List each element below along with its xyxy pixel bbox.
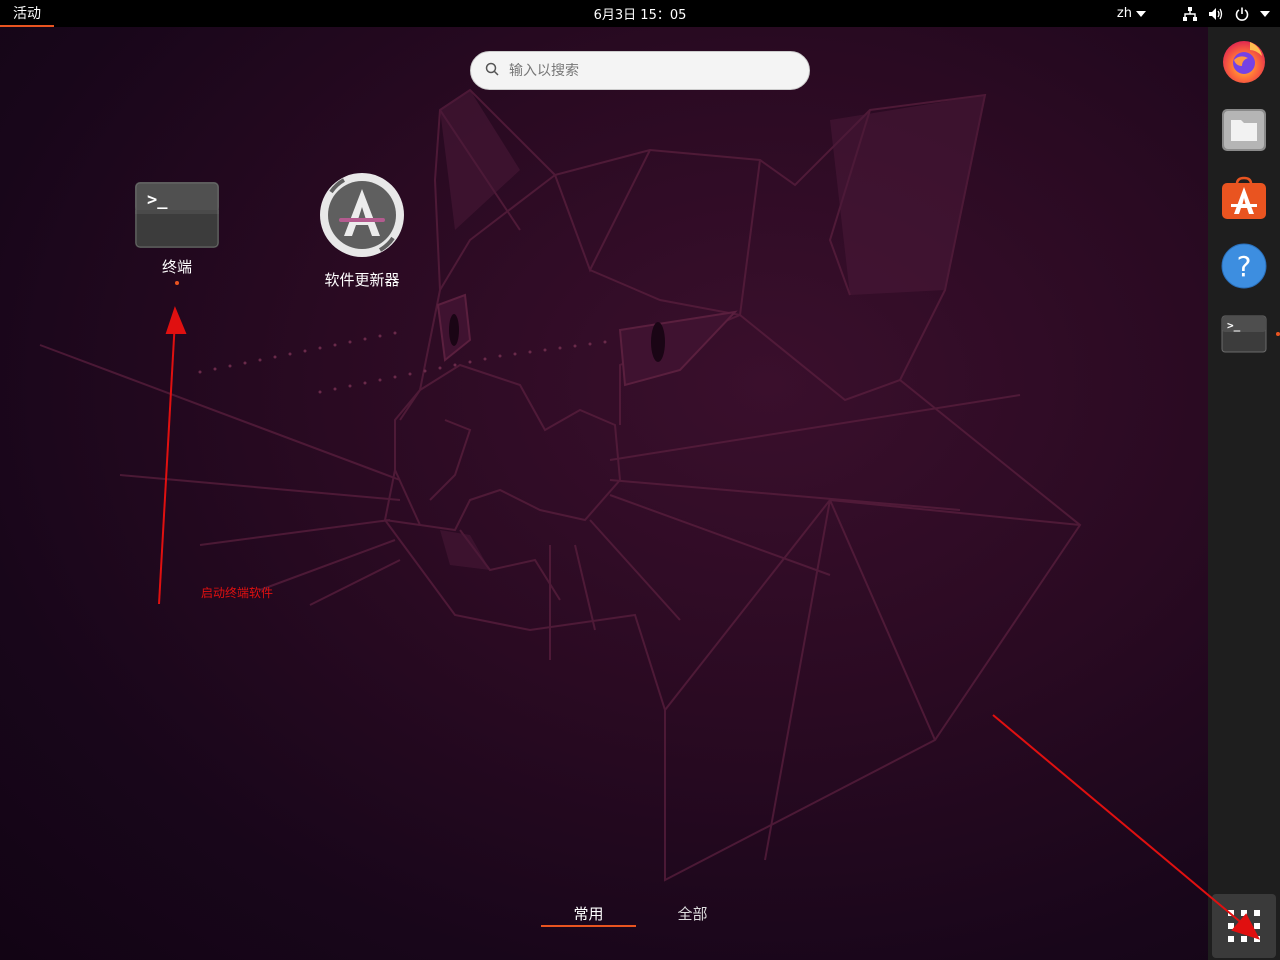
dock-item-help[interactable]: ? <box>1220 242 1268 290</box>
dock-item-firefox[interactable] <box>1220 36 1268 84</box>
help-icon: ? <box>1221 243 1267 289</box>
tab-all[interactable]: 全部 <box>645 900 740 927</box>
app-label: 终端 <box>161 258 192 276</box>
search-icon <box>485 61 499 80</box>
system-tray[interactable]: zh <box>1117 0 1270 27</box>
svg-text:>_: >_ <box>1227 319 1241 332</box>
svg-text:>_: >_ <box>147 190 168 210</box>
dock-item-terminal[interactable]: >_ <box>1220 310 1268 358</box>
ubuntu-software-icon <box>1222 176 1266 219</box>
tab-frequent[interactable]: 常用 <box>541 900 636 927</box>
input-method-indicator[interactable]: zh <box>1117 6 1146 21</box>
network-icon[interactable] <box>1182 6 1198 22</box>
annotation-label: 启动终端软件 <box>201 586 274 600</box>
search-input[interactable] <box>509 62 789 79</box>
software-updater-icon <box>320 173 404 257</box>
terminal-icon: >_ <box>1221 315 1267 353</box>
svg-text:?: ? <box>1237 250 1252 283</box>
volume-icon[interactable] <box>1208 6 1224 22</box>
app-view-tabs: 常用 全部 <box>541 900 740 927</box>
activities-button[interactable]: 活动 <box>0 0 54 27</box>
dock: ? >_ <box>1208 27 1280 960</box>
wallpaper <box>39 88 1082 882</box>
app-grid-icon <box>1228 910 1260 942</box>
top-bar: 活动 6月3日 15：05 zh <box>0 0 1280 27</box>
terminal-app-icon: >_ <box>135 182 219 248</box>
clock[interactable]: 6月3日 15：05 <box>594 0 687 27</box>
show-applications-button[interactable] <box>1212 894 1276 958</box>
power-icon[interactable] <box>1234 6 1250 22</box>
search-box[interactable] <box>470 51 810 90</box>
dock-item-software[interactable] <box>1220 174 1268 222</box>
files-icon <box>1222 109 1266 151</box>
input-method-label: zh <box>1116 6 1132 21</box>
chevron-down-icon <box>1136 10 1146 17</box>
app-label: 软件更新器 <box>324 271 400 289</box>
firefox-icon <box>1223 41 1265 83</box>
app-terminal[interactable]: >_ 终端 <box>97 182 257 285</box>
dock-item-files[interactable] <box>1220 106 1268 154</box>
running-indicator <box>1276 332 1280 336</box>
running-indicator <box>175 281 179 285</box>
app-software-updater[interactable]: 软件更新器 <box>282 172 442 290</box>
chevron-down-icon[interactable] <box>1260 10 1270 17</box>
